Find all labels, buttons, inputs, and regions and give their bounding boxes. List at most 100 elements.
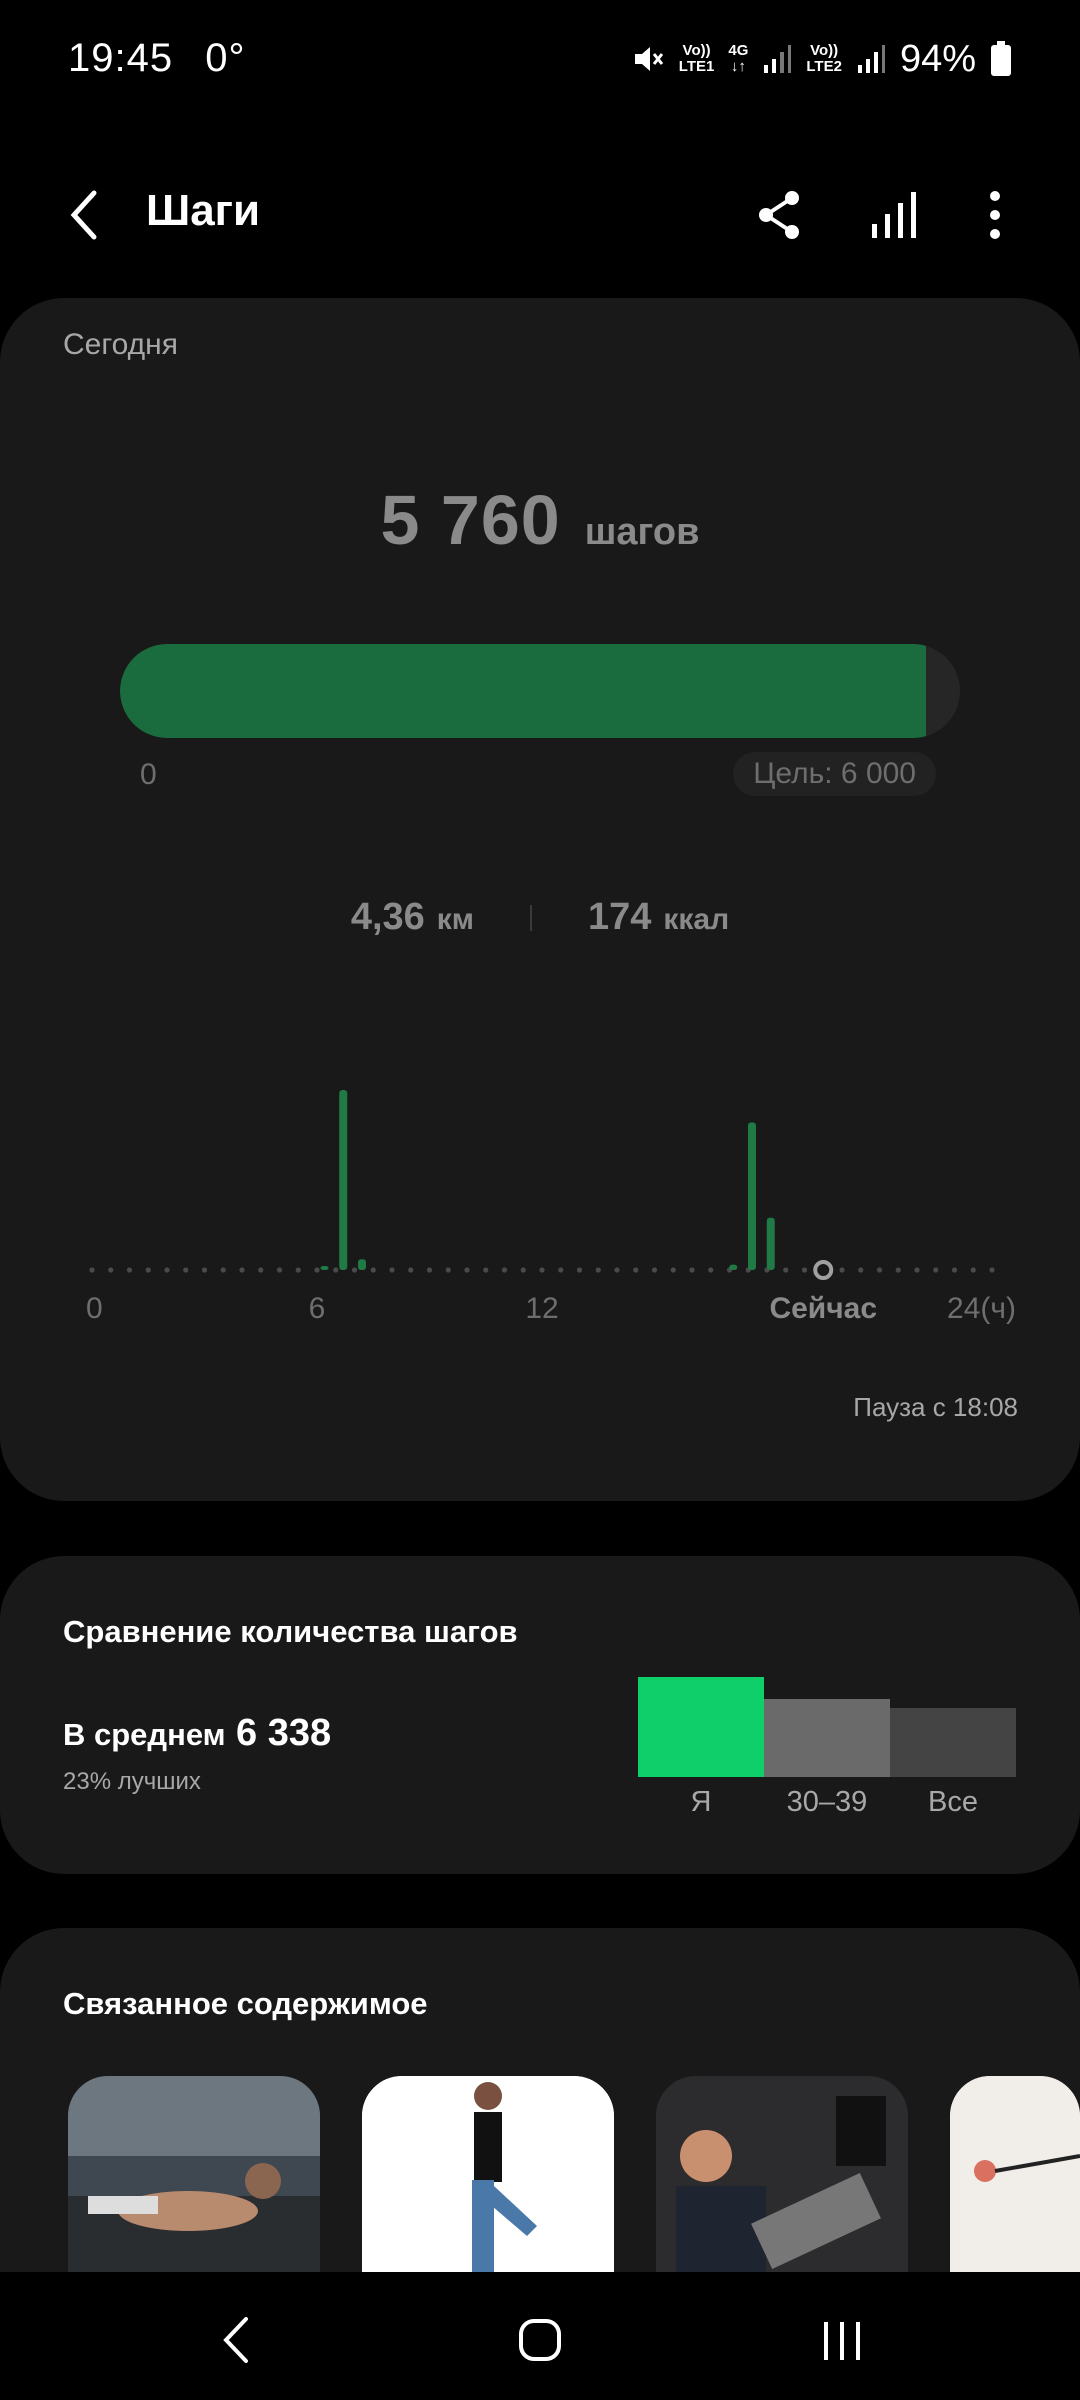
average-steps: В среднем 6 338 bbox=[63, 1712, 331, 1755]
nav-recents-button[interactable] bbox=[792, 2300, 892, 2380]
comparison-bar-2 bbox=[890, 1708, 1016, 1777]
goal-badge[interactable]: Цель: 6 000 bbox=[733, 752, 936, 796]
nav-recents-icon bbox=[824, 2322, 860, 2360]
baseline-dot bbox=[933, 1267, 939, 1273]
steps-number: 5 760 bbox=[380, 481, 561, 559]
back-button[interactable] bbox=[56, 180, 112, 250]
steps-count: 5 760 шагов bbox=[0, 480, 1080, 560]
average-value: 6 338 bbox=[236, 1712, 332, 1754]
share-icon bbox=[759, 191, 799, 239]
baseline-dot bbox=[220, 1267, 226, 1273]
steps-unit: шагов bbox=[584, 511, 700, 553]
average-label: В среднем bbox=[63, 1717, 226, 1752]
related-item-resistance-band[interactable] bbox=[950, 2076, 1080, 2276]
baseline-dot bbox=[164, 1267, 170, 1273]
baseline-dot bbox=[576, 1267, 583, 1273]
network-type-label: 4G ↓↑ bbox=[728, 42, 749, 75]
related-item-stretching[interactable] bbox=[362, 2076, 614, 2276]
baseline-dot bbox=[989, 1267, 995, 1273]
x-tick-label: 12 bbox=[525, 1292, 558, 1325]
stats-divider bbox=[530, 904, 532, 931]
baseline-dot bbox=[783, 1267, 789, 1273]
distance-value: 4,36 bbox=[350, 896, 425, 938]
baseline-dot bbox=[183, 1267, 189, 1273]
steps-progress-bar bbox=[120, 644, 960, 738]
baseline-dot bbox=[595, 1267, 601, 1273]
baseline-dot bbox=[333, 1267, 339, 1273]
hour-bar-1 bbox=[339, 1090, 348, 1270]
baseline-dot bbox=[951, 1267, 958, 1273]
related-item-crunches[interactable] bbox=[68, 2076, 320, 2276]
pause-status: Пауза с 18:08 bbox=[853, 1392, 1018, 1422]
nav-back-button[interactable] bbox=[186, 2300, 286, 2380]
comparison-bar-label: 30–39 bbox=[786, 1786, 868, 1818]
more-options-button[interactable] bbox=[960, 180, 1030, 250]
sim2-volte-label: Vo)) LTE2 bbox=[806, 42, 842, 75]
baseline-dot bbox=[295, 1267, 301, 1273]
baseline-dot bbox=[276, 1267, 283, 1273]
chevron-left-icon bbox=[70, 190, 97, 240]
baseline-dot bbox=[670, 1267, 676, 1273]
baseline-dot bbox=[370, 1267, 376, 1273]
now-marker bbox=[813, 1260, 834, 1280]
calories-value: 174 bbox=[588, 896, 652, 938]
baseline-dot bbox=[408, 1267, 414, 1273]
baseline-dot bbox=[126, 1267, 133, 1273]
share-button[interactable] bbox=[745, 180, 815, 250]
baseline-dot bbox=[970, 1267, 976, 1273]
comparison-bar-1 bbox=[764, 1699, 890, 1777]
baseline-dot bbox=[801, 1267, 808, 1273]
comparison-bar-0 bbox=[638, 1677, 764, 1777]
baseline-dot bbox=[708, 1267, 714, 1273]
baseline-dot bbox=[558, 1267, 564, 1273]
baseline-dot bbox=[483, 1267, 489, 1273]
signal-1-icon bbox=[764, 45, 792, 73]
hour-bar-0 bbox=[320, 1266, 329, 1270]
battery-icon bbox=[991, 41, 1011, 76]
temperature: 0° bbox=[205, 36, 246, 80]
mute-icon bbox=[634, 47, 663, 71]
sim1-volte-label: Vo)) LTE1 bbox=[678, 42, 715, 75]
percentile-label: 23% лучших bbox=[63, 1768, 201, 1795]
crunches-photo bbox=[68, 2076, 320, 2276]
baseline-dot bbox=[689, 1267, 695, 1273]
baseline-dot bbox=[539, 1267, 545, 1273]
comparison-bar-label: Все bbox=[928, 1786, 978, 1818]
comparison-title: Сравнение количества шагов bbox=[63, 1614, 518, 1649]
progress-start-label: 0 bbox=[140, 758, 157, 791]
calories-unit: ккал bbox=[663, 903, 730, 936]
hour-bar-5 bbox=[766, 1217, 775, 1270]
hour-bar-4 bbox=[748, 1122, 756, 1270]
baseline-dot bbox=[426, 1267, 433, 1273]
trends-button[interactable] bbox=[858, 180, 928, 250]
steps-progress-fill bbox=[120, 644, 927, 738]
baseline-dot bbox=[651, 1267, 658, 1273]
nav-back-icon bbox=[223, 2317, 248, 2363]
baseline-dot bbox=[895, 1267, 901, 1273]
baseline-dot bbox=[108, 1267, 114, 1273]
comparison-bar-label: Я bbox=[690, 1786, 712, 1818]
baseline-dot bbox=[89, 1267, 95, 1273]
today-stats: 4,36 км 174 ккал bbox=[0, 896, 1080, 939]
baseline-dot bbox=[389, 1267, 395, 1273]
page-title: Шаги bbox=[146, 186, 261, 235]
baseline-dot bbox=[201, 1267, 208, 1273]
related-title: Связанное содержимое bbox=[63, 1986, 428, 2021]
more-vert-icon bbox=[990, 191, 1000, 239]
nav-home-button[interactable] bbox=[490, 2300, 590, 2380]
related-item-leg-press[interactable] bbox=[656, 2076, 908, 2276]
baseline-dot bbox=[614, 1267, 620, 1273]
baseline-dot bbox=[876, 1267, 883, 1273]
baseline-dot bbox=[445, 1267, 451, 1273]
status-time: 19:45 0° bbox=[68, 36, 245, 81]
leg-press-photo bbox=[656, 2076, 908, 2276]
x-tick-label: 24(ч) bbox=[947, 1292, 1016, 1325]
baseline-dot bbox=[258, 1267, 264, 1273]
baseline-dot bbox=[839, 1267, 845, 1273]
stretching-photo bbox=[362, 2076, 614, 2276]
hourly-steps-chart[interactable]: 0 6 12 Сейчас 24(ч) bbox=[0, 1040, 1080, 1340]
hour-bar-3 bbox=[729, 1264, 738, 1270]
baseline-dot bbox=[633, 1267, 639, 1273]
baseline-dot bbox=[914, 1267, 920, 1273]
resistance-band-photo bbox=[950, 2076, 1080, 2276]
